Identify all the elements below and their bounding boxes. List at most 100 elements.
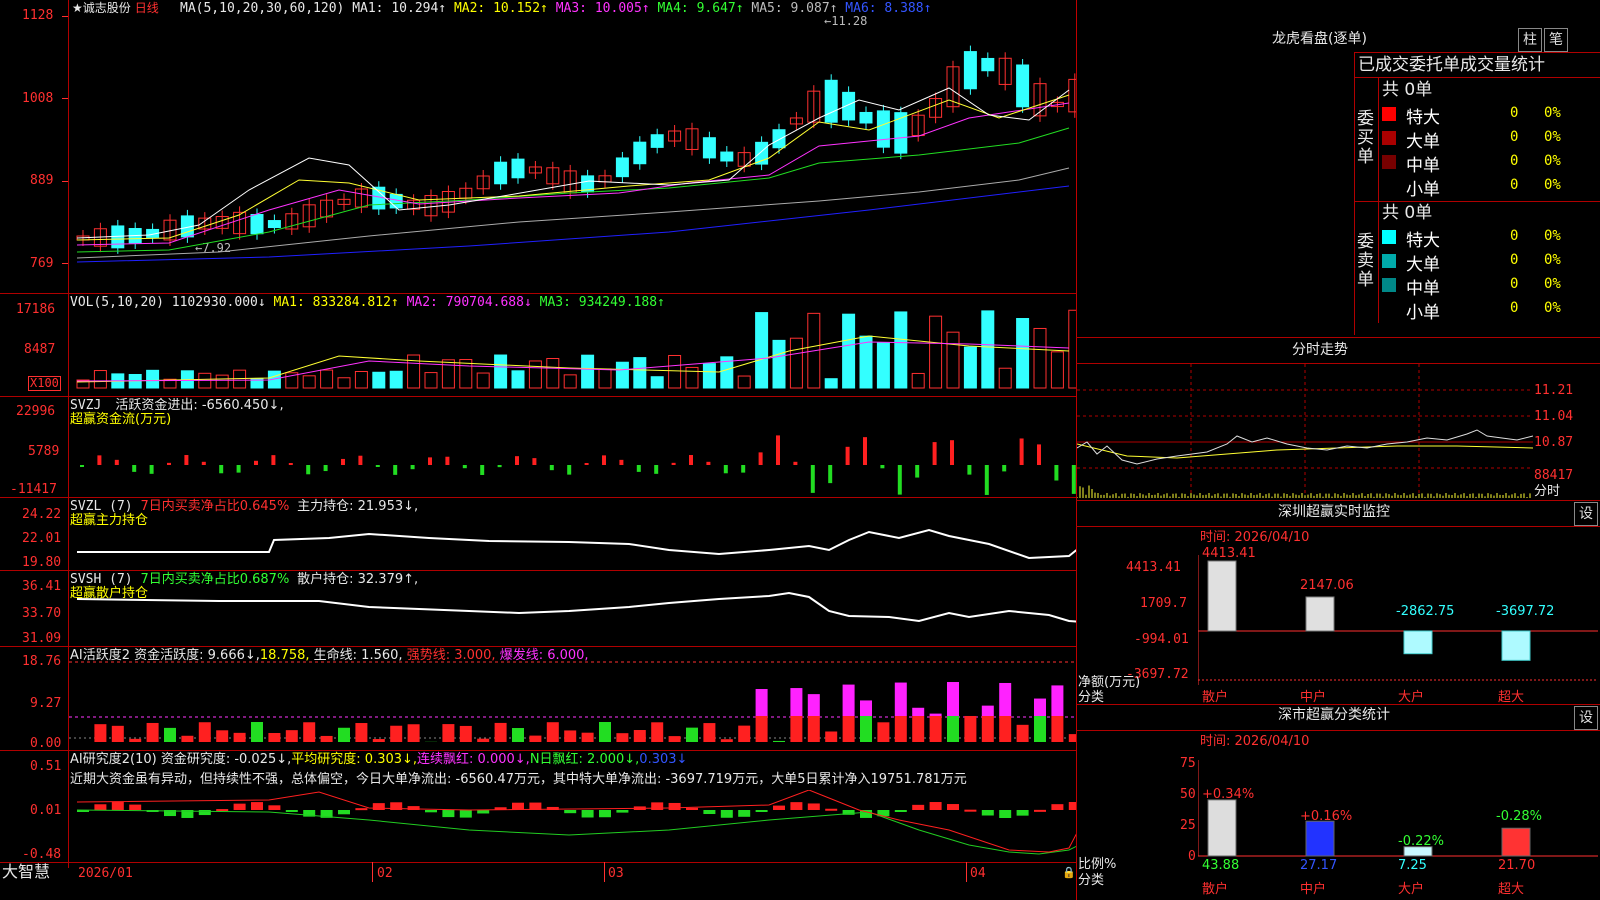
settings-button[interactable]: 设 <box>1574 706 1598 730</box>
flow-bar <box>1071 465 1076 494</box>
ai2-tick: 0.01 <box>30 803 62 818</box>
flow-bar <box>671 462 676 465</box>
activity-bar <box>633 730 646 742</box>
order-row: 小单 0 0% <box>1382 175 1600 200</box>
brand-logo: 大智慧 <box>2 862 51 881</box>
volume-chart <box>76 309 1076 389</box>
activity-bar <box>686 727 698 742</box>
research-bar <box>581 810 594 818</box>
activity-bar <box>303 722 316 742</box>
szc-tick: 50 <box>1180 787 1196 802</box>
activity-bar-top <box>894 682 907 716</box>
activity-bar <box>129 738 142 742</box>
candle <box>250 213 264 235</box>
ai1-tick: 9.27 <box>30 696 62 711</box>
pane-divider <box>0 862 1076 863</box>
settings-button[interactable]: 设 <box>1574 502 1598 526</box>
svzl-tick: 24.22 <box>22 507 62 522</box>
volume-bar <box>668 354 682 389</box>
sz-monitor-title: 深圳超赢实时监控 <box>1278 504 1390 520</box>
intraday-tick: 10.87 <box>1534 435 1574 450</box>
volume-bar <box>842 313 856 389</box>
ai2-v2: 平均研究度: 0.303↓, <box>291 752 418 767</box>
tick-view-button[interactable]: 笔 <box>1544 28 1568 52</box>
sz-value: -3697.72 <box>1496 604 1555 619</box>
color-swatch <box>1382 302 1396 316</box>
candle <box>859 111 873 124</box>
candle <box>981 57 995 72</box>
flow-bar <box>689 455 693 465</box>
ai2-v5: 0.303↓ <box>639 752 688 767</box>
flow-bar <box>97 455 102 465</box>
research-bar <box>372 803 385 810</box>
flow-bar <box>828 465 833 484</box>
ai1-tick: 0.00 <box>30 736 62 751</box>
research-bar <box>338 810 350 815</box>
activity-bar <box>860 716 872 742</box>
svzl-tick: 22.01 <box>22 531 62 546</box>
volume-bar <box>633 357 647 389</box>
volume-bar <box>563 374 577 389</box>
research-bar <box>616 810 629 813</box>
order-count: 0 <box>1510 228 1519 244</box>
volume-bar <box>93 370 107 389</box>
svzj-tick: 22996 <box>16 404 56 419</box>
flow-bar <box>445 456 450 465</box>
class-bar <box>1305 820 1335 857</box>
flow-bar <box>1054 465 1059 481</box>
order-count: 0 <box>1510 153 1519 169</box>
sz-class-time: 时间: 2026/04/10 <box>1200 734 1310 749</box>
volume-bar <box>824 378 838 389</box>
activity-bar <box>494 722 507 742</box>
candle <box>494 161 508 185</box>
activity-bar-top <box>842 684 855 716</box>
sz-tick: 4413.41 <box>1126 560 1181 575</box>
volume-bar <box>320 369 334 389</box>
class-bar <box>1501 827 1531 857</box>
candle <box>720 151 734 162</box>
volume-bar <box>981 310 995 389</box>
flow-bar <box>393 465 398 475</box>
sz-xlabel: 分类 <box>1078 690 1105 705</box>
svzl-tick: 19.80 <box>22 555 62 570</box>
activity-bar <box>929 716 942 742</box>
activity-bar <box>338 727 350 742</box>
activity-bar <box>599 722 611 742</box>
order-row: 大单 0 0% <box>1382 250 1600 275</box>
order-count: 0 <box>1510 105 1519 121</box>
intraday-chart[interactable] <box>1077 364 1533 498</box>
order-pct: 0% <box>1544 276 1561 292</box>
candlestick-chart[interactable] <box>69 0 1076 293</box>
vol-unit: X100 <box>28 376 61 391</box>
sz-value: 4413.41 <box>1202 546 1256 561</box>
color-swatch <box>1382 254 1396 268</box>
pane-divider <box>0 293 1076 294</box>
szc-category: 超大 <box>1498 882 1525 897</box>
bar-view-button[interactable]: 柱 <box>1518 28 1542 52</box>
flow-bar <box>167 462 171 465</box>
flow-bar <box>741 465 746 473</box>
flow-bar <box>149 465 154 474</box>
research-bar <box>355 808 368 811</box>
volume-bar <box>146 369 160 389</box>
price-tick: 1128 <box>22 8 54 23</box>
activity-bar <box>825 731 838 742</box>
activity-bar <box>651 722 664 742</box>
volume-bar <box>511 370 525 389</box>
order-size-label: 中单 <box>1406 279 1440 299</box>
price-tick: 889 <box>30 173 54 188</box>
szc-category: 中户 <box>1300 882 1327 897</box>
sz-class-title: 深市超赢分类统计 <box>1278 707 1390 723</box>
flow-bar <box>288 463 293 465</box>
research-bar <box>285 810 298 812</box>
candle <box>615 157 629 178</box>
activity-bar <box>1051 716 1064 742</box>
color-swatch <box>1382 179 1396 193</box>
activity-bar-top <box>912 707 925 716</box>
szc-value: 7.25 <box>1398 858 1427 873</box>
research-bar <box>425 810 437 813</box>
research-bar <box>929 802 942 810</box>
activity-bar <box>512 728 524 742</box>
sz-ylabel: 净额(万元) <box>1078 675 1141 690</box>
volume-bar <box>528 360 542 389</box>
